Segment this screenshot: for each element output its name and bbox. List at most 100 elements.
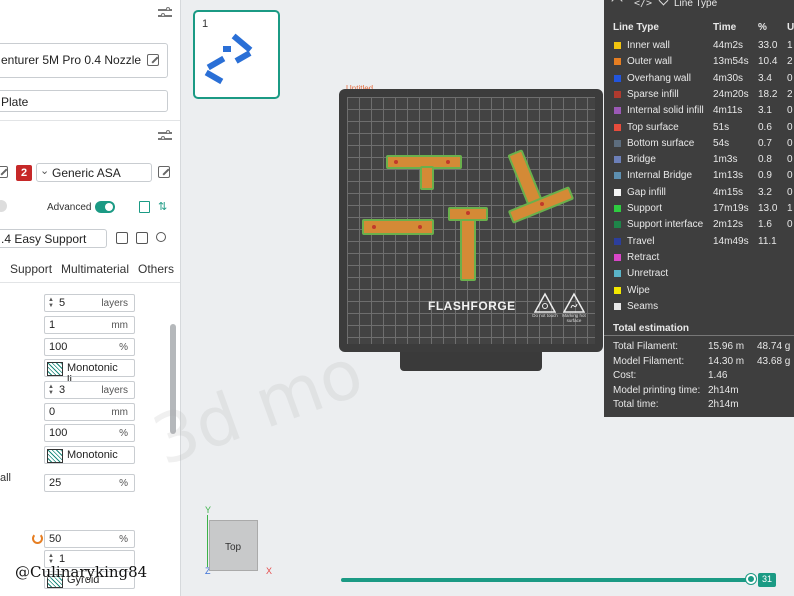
legend-row[interactable]: Support 17m19s 13.0 1 [604, 200, 794, 216]
line-type-name: Seams [627, 300, 659, 312]
edit-printer-icon[interactable] [147, 54, 159, 66]
legend-row[interactable]: Retract [604, 249, 794, 265]
model-part-2[interactable] [504, 149, 576, 228]
search-icon[interactable] [156, 232, 166, 242]
legend-row[interactable]: Wipe [604, 282, 794, 298]
view-type-dropdown-icon[interactable] [658, 0, 669, 6]
line-type-name: Support [627, 203, 663, 214]
model-part-4[interactable] [448, 207, 490, 285]
legend-row[interactable]: Outer wall 13m54s 10.4 2 [604, 53, 794, 69]
line-type-time: 1m13s [713, 170, 744, 182]
param-input[interactable]: 50% [44, 530, 135, 548]
estimation-title: Total estimation [613, 323, 689, 334]
layer-slider-handle[interactable] [746, 574, 756, 584]
legend-row[interactable]: Travel 14m49s 11.1 [604, 233, 794, 249]
legend-row[interactable]: Bridge 1m3s 0.8 0 [604, 151, 794, 167]
legend-row[interactable]: Unretract [604, 265, 794, 281]
legend-row[interactable]: Top surface 51s 0.6 0 [604, 119, 794, 135]
legend-row[interactable]: Overhang wall 4m30s 3.4 0 [604, 70, 794, 86]
col-line-type: Line Type [613, 22, 659, 33]
printer-select[interactable]: enturer 5M Pro 0.4 Nozzle [0, 43, 168, 78]
legend-swatch [614, 156, 621, 164]
section-divider [0, 120, 180, 121]
legend-swatch [614, 90, 621, 98]
legend-row[interactable]: Gap infill 4m15s 3.2 0 [604, 184, 794, 200]
view-type-select[interactable]: Line Type [674, 0, 717, 9]
param-input[interactable]: 100% [44, 338, 135, 356]
line-type-name: Outer wall [627, 56, 673, 68]
code-view-icon[interactable]: </> [634, 0, 652, 9]
tab-support[interactable]: Support [10, 262, 52, 276]
legend-swatch [614, 58, 621, 66]
collapse-chevron-icon[interactable] [611, 0, 623, 7]
line-type-percent: 11.1 [758, 235, 777, 247]
tab-multimaterial[interactable]: Multimaterial [61, 262, 129, 276]
compare-icon[interactable] [139, 201, 150, 213]
estimation-value-2: 43.68 g [757, 355, 791, 367]
legend-swatch [614, 107, 621, 115]
line-type-usage: 2 [787, 56, 793, 68]
param-unit: mm [111, 320, 128, 331]
process-preset-select[interactable]: .4 Easy Support [0, 229, 107, 248]
param-input[interactable]: ▲ ▼ 3 layers [44, 381, 135, 399]
param-value: 0 [49, 406, 56, 418]
legend-row[interactable]: Bottom surface 54s 0.7 0 [604, 135, 794, 151]
thumbnail-parts [204, 33, 253, 85]
legend-swatch [614, 42, 621, 49]
swap-icon[interactable]: ⇅ [158, 200, 167, 213]
stepper-icon[interactable]: ▲ ▼ [48, 384, 54, 396]
legend-swatch [614, 302, 621, 310]
pattern-icon [47, 449, 63, 463]
param-value: 100 [49, 341, 68, 353]
param-input[interactable]: 1 mm [44, 316, 135, 334]
model-part-3[interactable] [362, 217, 436, 239]
filament-settings-icon[interactable] [158, 130, 172, 142]
tab-others[interactable]: Others [138, 262, 174, 276]
delete-preset-icon[interactable] [136, 232, 148, 244]
legend-row[interactable]: Support interface 2m12s 1.6 0 [604, 216, 794, 232]
filament-select[interactable]: ⌄ Generic ASA [36, 163, 152, 182]
param-input[interactable]: 0 mm [44, 403, 135, 421]
plate-base [400, 352, 542, 371]
line-type-time: 54s [713, 137, 730, 149]
edit-filament-preset-icon[interactable] [158, 166, 170, 178]
line-type-time: 1m3s [713, 154, 738, 166]
estimation-value: 15.96 m [708, 341, 745, 352]
reset-value-icon[interactable] [32, 533, 43, 544]
param-input[interactable]: ▲ ▼ 5 layers [44, 294, 135, 312]
legend-row[interactable]: Sparse infill 24m20s 18.2 2 [604, 86, 794, 102]
plate-type-select[interactable]: Plate [0, 90, 168, 112]
legend-swatch [614, 286, 621, 294]
legend-row[interactable]: Internal Bridge 1m13s 0.9 0 [604, 167, 794, 183]
estimation-label: Cost: [613, 370, 637, 382]
legend-swatch [614, 253, 621, 261]
wall-param-label: all [0, 472, 12, 484]
printer-settings-icon[interactable] [158, 7, 172, 19]
param-input[interactable]: Monotonic li... [44, 359, 135, 386]
mode-toggle-knob[interactable] [0, 200, 7, 212]
line-type-name: Inner wall [627, 40, 670, 51]
layer-slider-track[interactable] [341, 578, 753, 582]
save-preset-icon[interactable] [116, 232, 128, 244]
line-type-time: 4m11s [713, 105, 743, 117]
legend-row[interactable]: Internal solid infill 4m11s 3.1 0 [604, 102, 794, 118]
param-input[interactable]: Monotonic [44, 446, 135, 464]
edit-filament-icon[interactable] [0, 166, 8, 178]
view-cube[interactable]: Top [209, 520, 258, 571]
plate-thumbnail[interactable]: 1 [193, 10, 280, 99]
advanced-toggle[interactable] [95, 201, 115, 213]
line-type-percent: 0.7 [758, 137, 772, 149]
legend-row[interactable]: Seams [604, 298, 794, 314]
param-input[interactable]: 25% [44, 474, 135, 492]
param-input[interactable]: 100% [44, 424, 135, 442]
line-type-name: Wipe [627, 284, 650, 296]
line-type-usage: 0 [787, 154, 793, 166]
legend-row[interactable]: Inner wall 44m2s 33.0 1 [604, 37, 794, 53]
stepper-icon[interactable]: ▲ ▼ [48, 297, 54, 309]
advanced-toggle-knob [105, 203, 113, 211]
line-type-name: Unretract [627, 268, 669, 280]
estimation-value: 1.46 [708, 370, 728, 382]
model-part-1[interactable] [386, 152, 466, 192]
param-unit: layers [101, 385, 128, 396]
line-type-time: 17m19s [713, 203, 749, 214]
